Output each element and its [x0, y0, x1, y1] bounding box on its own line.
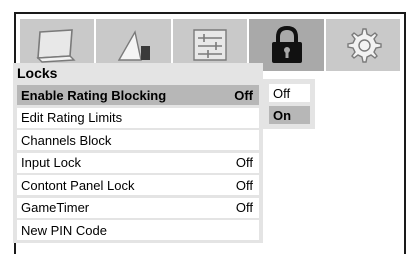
- picture-icon: [36, 29, 76, 63]
- menu-item-value: Off: [234, 87, 253, 103]
- menu-item-label: Input Lock: [21, 155, 81, 170]
- settings-list-icon: [193, 29, 227, 61]
- menu-item-label: Channels Block: [21, 132, 112, 148]
- menu-item-enable-rating-blocking[interactable]: Enable Rating Blocking Off: [17, 85, 259, 105]
- menu-item-new-pin-code[interactable]: New PIN Code: [17, 220, 259, 240]
- popup-option-on[interactable]: On: [269, 106, 310, 124]
- menu-item-label: GameTimer: [21, 200, 90, 215]
- menu-item-channels-block[interactable]: Channels Block: [17, 130, 259, 150]
- menu-item-label: Enable Rating Blocking: [21, 87, 167, 103]
- menu-item-value: Off: [235, 200, 253, 215]
- menu-item-content-panel-lock[interactable]: Contont Panel Lock Off: [17, 175, 259, 195]
- locks-menu-panel: Locks Enable Rating Blocking Off Edit Ra…: [13, 63, 263, 243]
- menu-item-label: Edit Rating Limits: [21, 110, 123, 125]
- menu-item-edit-rating-limits[interactable]: Edit Rating Limits: [17, 107, 259, 128]
- menu-title: Locks: [17, 65, 58, 81]
- menu-item-label: New PIN Code: [21, 222, 107, 238]
- tab-setup[interactable]: [326, 19, 400, 71]
- locks-menu: Enable Rating Blocking Off Edit Rating L…: [17, 85, 259, 243]
- popup-option-off[interactable]: Off: [269, 84, 310, 102]
- menu-item-gametimer[interactable]: GameTimer Off: [17, 197, 259, 218]
- menu-item-input-lock[interactable]: Input Lock Off: [17, 152, 259, 173]
- sound-icon: [117, 30, 150, 61]
- menu-item-value: Off: [235, 177, 253, 193]
- lock-icon: [272, 25, 303, 63]
- gear-icon: [347, 28, 382, 63]
- value-popup: Off On: [263, 79, 315, 129]
- menu-item-label: Contont Panel Lock: [21, 177, 135, 193]
- menu-item-value: Off: [235, 155, 253, 170]
